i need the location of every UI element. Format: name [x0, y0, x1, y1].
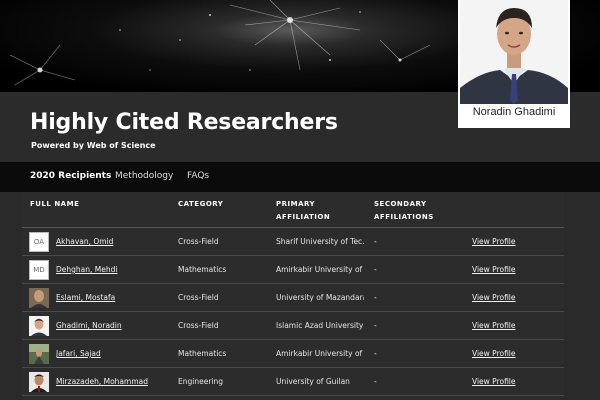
primary-affiliation-cell: University of Mazandaran: [276, 293, 364, 302]
researcher-name-link[interactable]: Eslami, Mostafa: [56, 293, 166, 302]
view-profile-link[interactable]: View Profile: [472, 349, 542, 358]
secondary-affiliation-cell: -: [374, 237, 377, 246]
secondary-affiliation-cell: -: [374, 265, 377, 274]
page-title: Highly Cited Researchers: [30, 110, 338, 135]
featured-researcher-card: Noradin Ghadimi: [458, 0, 570, 128]
table-row: Jafari, Sajad Mathematics Amirkabir Univer…: [22, 340, 564, 368]
column-header-full-name: FULL NAME: [30, 200, 80, 208]
table-header: FULL NAME CATEGORY PRIMARY AFFILIATION S…: [22, 192, 564, 228]
powered-by-text: Powered by Web of Science: [31, 141, 156, 150]
table-row: Eslami, Mostafa Cross-Field University of …: [22, 284, 564, 312]
avatar: MD: [29, 260, 49, 280]
table-row: OA Akhavan, Omid Cross-Field Sharif Univers…: [22, 228, 564, 256]
avatar: OA: [29, 232, 49, 252]
secondary-affiliation-cell: -: [374, 321, 377, 330]
researcher-photo: [460, 0, 568, 104]
table-row: MD Dehghan, Mehdi Mathematics Amirkabir Uni…: [22, 256, 564, 284]
category-cell: Mathematics: [178, 349, 227, 358]
avatar: [29, 288, 49, 308]
view-profile-link[interactable]: View Profile: [472, 237, 542, 246]
avatar: [29, 316, 49, 336]
tab-methodology[interactable]: Methodology: [115, 171, 173, 181]
table-row: Mirzazadeh, Mohammad Engineering Universit…: [22, 368, 564, 396]
researcher-name-link[interactable]: Akhavan, Omid: [56, 237, 166, 246]
category-cell: Cross-Field: [178, 293, 219, 302]
table-row: Ghadimi, Noradin Cross-Field Islamic Azad …: [22, 312, 564, 340]
avatar: [29, 344, 49, 364]
researcher-name-link[interactable]: Mirzazadeh, Mohammad: [56, 377, 166, 386]
view-profile-link[interactable]: View Profile: [472, 265, 542, 274]
column-header-category: CATEGORY: [178, 200, 224, 208]
category-cell: Engineering: [178, 377, 223, 386]
secondary-affiliation-cell: -: [374, 293, 377, 302]
category-cell: Mathematics: [178, 265, 227, 274]
researcher-name-link[interactable]: Ghadimi, Noradin: [56, 321, 166, 330]
avatar: [29, 372, 49, 392]
secondary-affiliation-cell: -: [374, 377, 377, 386]
column-header-primary-affiliation: PRIMARY AFFILIATION: [276, 200, 331, 221]
category-cell: Cross-Field: [178, 321, 219, 330]
researcher-name-link[interactable]: Jafari, Sajad: [56, 349, 166, 358]
primary-affiliation-cell: Islamic Azad University: [276, 321, 364, 330]
researcher-name-link[interactable]: Dehghan, Mehdi: [56, 265, 166, 274]
primary-affiliation-cell: Amirkabir University of ...: [276, 349, 364, 358]
secondary-affiliation-cell: -: [374, 349, 377, 358]
primary-affiliation-cell: Sharif University of Tec...: [276, 237, 364, 246]
category-cell: Cross-Field: [178, 237, 219, 246]
primary-affiliation-cell: University of Guilan: [276, 377, 350, 386]
researchers-table: FULL NAME CATEGORY PRIMARY AFFILIATION S…: [22, 192, 564, 400]
primary-affiliation-cell: Amirkabir University of ...: [276, 265, 364, 274]
view-profile-link[interactable]: View Profile: [472, 321, 542, 330]
nav-bar: 2020 Recipients Methodology FAQs: [0, 162, 600, 192]
column-header-secondary-affiliations: SECONDARY AFFILIATIONS: [374, 200, 434, 221]
featured-researcher-name: Noradin Ghadimi: [472, 106, 556, 118]
tab-faqs[interactable]: FAQs: [187, 171, 209, 181]
view-profile-link[interactable]: View Profile: [472, 377, 542, 386]
view-profile-link[interactable]: View Profile: [472, 293, 542, 302]
tab-2020-recipients[interactable]: 2020 Recipients: [30, 171, 111, 181]
